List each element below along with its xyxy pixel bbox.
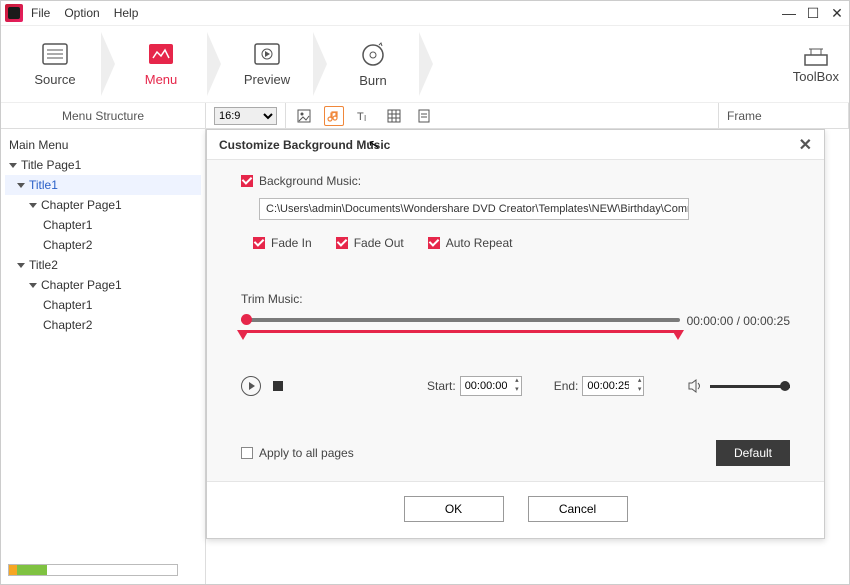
tree-chapter-page1b[interactable]: Chapter Page1 bbox=[5, 275, 201, 295]
step-menu[interactable]: Menu bbox=[117, 29, 205, 99]
minimize-button[interactable]: — bbox=[781, 5, 797, 22]
customize-music-dialog: Customize Background Music ✕ Background … bbox=[206, 129, 825, 539]
svg-text:T: T bbox=[357, 111, 364, 123]
source-icon bbox=[41, 42, 69, 66]
frame-header: Frame bbox=[719, 103, 849, 128]
image-icon[interactable] bbox=[294, 106, 314, 126]
step-menu-label: Menu bbox=[145, 72, 178, 87]
end-label: End: bbox=[554, 379, 579, 393]
step-source[interactable]: Source bbox=[11, 29, 99, 99]
auto-repeat-label: Auto Repeat bbox=[446, 236, 513, 250]
trim-start-handle[interactable] bbox=[237, 330, 249, 340]
default-button[interactable]: Default bbox=[716, 440, 790, 466]
background-music-label: Background Music: bbox=[259, 174, 361, 188]
volume-slider[interactable] bbox=[710, 385, 790, 388]
trim-end-handle[interactable] bbox=[672, 330, 684, 340]
menu-file[interactable]: File bbox=[31, 6, 50, 20]
step-burn-label: Burn bbox=[359, 73, 386, 88]
close-button[interactable]: ✕ bbox=[829, 5, 845, 22]
aspect-ratio-cell: 16:9 bbox=[206, 103, 286, 128]
menu-icon bbox=[147, 42, 175, 66]
step-source-label: Source bbox=[34, 72, 75, 87]
page-icon[interactable] bbox=[414, 106, 434, 126]
start-label: Start: bbox=[427, 379, 456, 393]
menu-tree[interactable]: Main Menu Title Page1 Title1 Chapter Pag… bbox=[1, 129, 206, 584]
step-toolbox-label: ToolBox bbox=[793, 69, 839, 84]
app-icon bbox=[5, 4, 23, 22]
step-toolbox[interactable]: ToolBox bbox=[793, 45, 839, 84]
trim-music-label: Trim Music: bbox=[241, 292, 790, 306]
stop-button[interactable] bbox=[273, 381, 283, 391]
burn-icon bbox=[359, 41, 387, 67]
trim-position-thumb[interactable] bbox=[241, 314, 252, 325]
menu-structure-header: Menu Structure bbox=[1, 103, 206, 128]
music-path-field[interactable]: C:\Users\admin\Documents\Wondershare DVD… bbox=[259, 198, 689, 220]
fade-out-checkbox[interactable]: Fade Out bbox=[336, 236, 404, 250]
disc-usage-bar bbox=[8, 564, 178, 576]
tree-chapter-page1a[interactable]: Chapter Page1 bbox=[5, 195, 201, 215]
aspect-ratio-select[interactable]: 16:9 bbox=[214, 107, 277, 125]
step-preview-label: Preview bbox=[244, 72, 290, 87]
step-preview[interactable]: Preview bbox=[223, 29, 311, 99]
tree-chapter1b[interactable]: Chapter1 bbox=[5, 295, 201, 315]
tree-title-page1[interactable]: Title Page1 bbox=[5, 155, 201, 175]
preview-icon bbox=[253, 42, 281, 66]
fade-in-checkbox[interactable]: Fade In bbox=[253, 236, 312, 250]
step-bar: Source Menu Preview Burn ToolBox bbox=[1, 25, 849, 103]
volume-thumb[interactable] bbox=[780, 381, 790, 391]
start-time-input[interactable] bbox=[460, 376, 522, 396]
tree-chapter2b[interactable]: Chapter2 bbox=[5, 315, 201, 335]
text-icon[interactable]: TI bbox=[354, 106, 374, 126]
fade-in-label: Fade In bbox=[271, 236, 312, 250]
menu-bar: File Option Help bbox=[31, 6, 138, 20]
cancel-button[interactable]: Cancel bbox=[528, 496, 628, 522]
title-bar: File Option Help — ☐ ✕ bbox=[1, 1, 849, 25]
status-bar bbox=[8, 561, 842, 579]
end-time-input[interactable] bbox=[582, 376, 644, 396]
trim-time-display: 00:00:00 / 00:00:25 bbox=[687, 314, 790, 328]
tree-main-menu[interactable]: Main Menu bbox=[5, 135, 201, 155]
apply-all-label: Apply to all pages bbox=[259, 446, 354, 460]
tree-chapter2a[interactable]: Chapter2 bbox=[5, 235, 201, 255]
toolbox-icon bbox=[801, 45, 831, 69]
dialog-title: Customize Background Music bbox=[219, 138, 390, 152]
dialog-close-icon[interactable]: ✕ bbox=[799, 135, 812, 155]
svg-text:I: I bbox=[364, 114, 366, 123]
music-icon[interactable] bbox=[324, 106, 344, 126]
volume-icon[interactable] bbox=[688, 379, 704, 393]
grid-icon[interactable] bbox=[384, 106, 404, 126]
background-music-checkbox[interactable]: Background Music: bbox=[241, 174, 361, 188]
apply-all-checkbox[interactable]: Apply to all pages bbox=[241, 446, 354, 460]
maximize-button[interactable]: ☐ bbox=[805, 5, 821, 22]
tree-title1[interactable]: Title1 bbox=[5, 175, 201, 195]
sub-toolbar: Menu Structure 16:9 TI Frame bbox=[1, 103, 849, 129]
ok-button[interactable]: OK bbox=[404, 496, 504, 522]
menu-help[interactable]: Help bbox=[114, 6, 139, 20]
auto-repeat-checkbox[interactable]: Auto Repeat bbox=[428, 236, 513, 250]
tree-title2[interactable]: Title2 bbox=[5, 255, 201, 275]
tree-chapter1a[interactable]: Chapter1 bbox=[5, 215, 201, 235]
trim-slider[interactable]: 00:00:00 / 00:00:25 bbox=[241, 312, 790, 346]
step-burn[interactable]: Burn bbox=[329, 29, 417, 99]
play-button[interactable] bbox=[241, 376, 261, 396]
fade-out-label: Fade Out bbox=[354, 236, 404, 250]
menu-option[interactable]: Option bbox=[64, 6, 99, 20]
